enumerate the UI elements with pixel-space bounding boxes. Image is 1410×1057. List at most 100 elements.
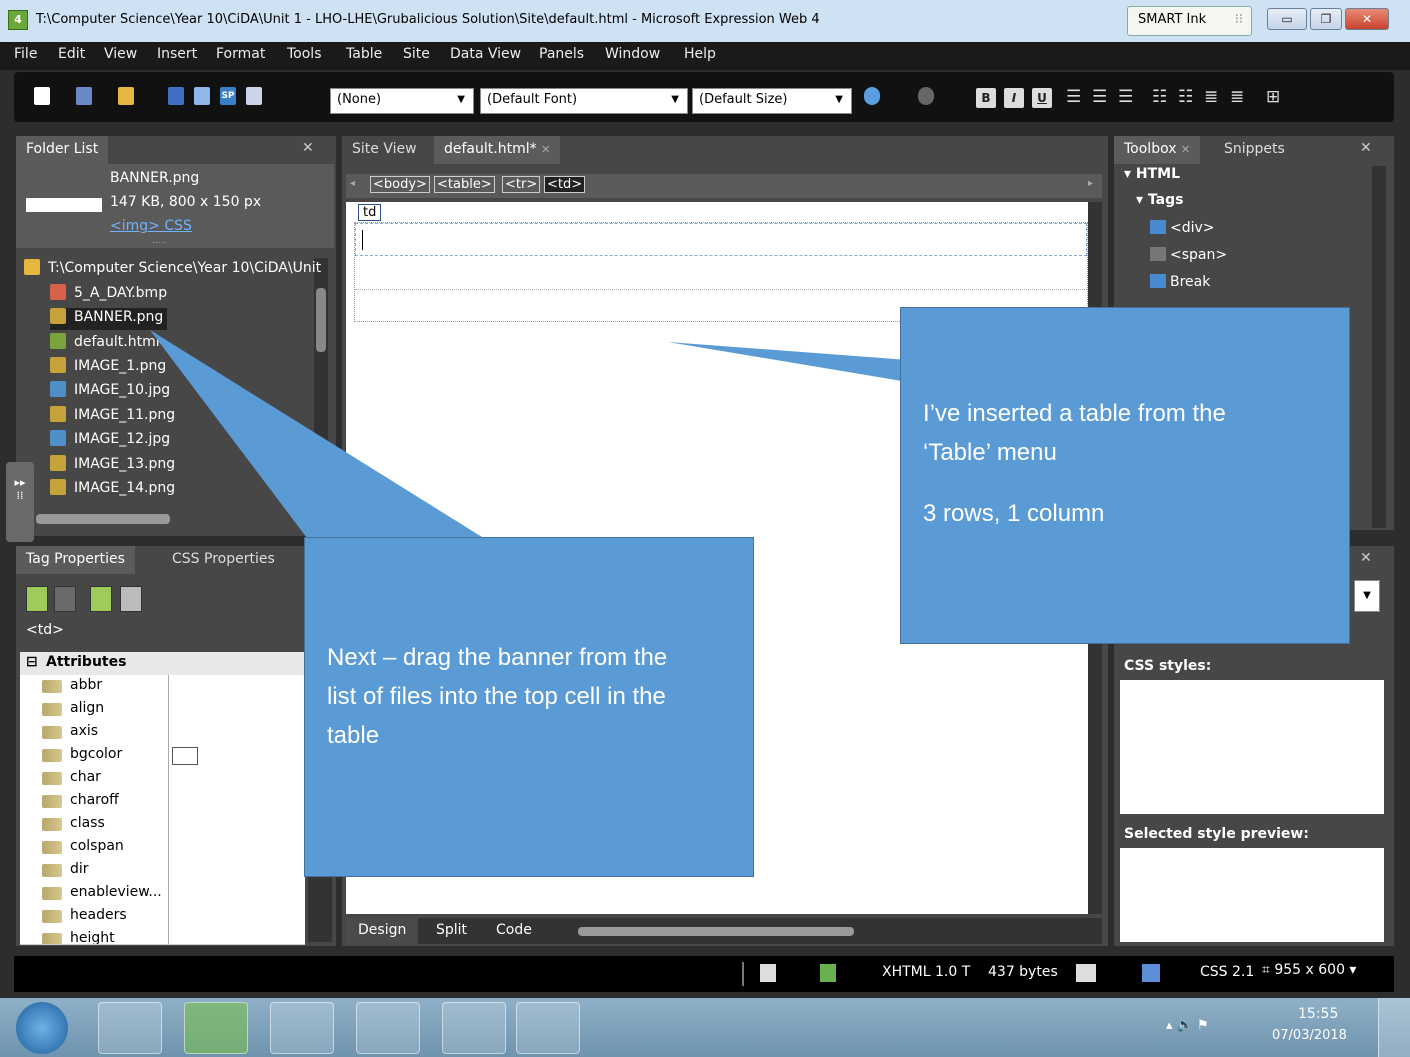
start-button[interactable]: [16, 1002, 68, 1054]
tab-toolbox[interactable]: Toolbox ✕: [1114, 136, 1201, 164]
view-design-tab[interactable]: Design: [346, 918, 419, 944]
chevron-left-icon[interactable]: ◂: [350, 178, 362, 194]
italic-button[interactable]: I: [1004, 88, 1024, 108]
restore-button[interactable]: ❐: [1310, 8, 1342, 30]
open-folder-icon[interactable]: [118, 87, 134, 105]
style-application-icon[interactable]: [1076, 964, 1096, 982]
clock-time[interactable]: 15:55: [1298, 1006, 1338, 1022]
collapse-panels-handle[interactable]: ▸▸ ⁞⁞: [6, 462, 34, 542]
attribute-row[interactable]: height: [20, 928, 305, 945]
size-dropdown[interactable]: (Default Size) ▼: [692, 88, 852, 114]
code-status-icon[interactable]: [820, 964, 836, 982]
menu-edit[interactable]: Edit: [58, 46, 85, 62]
save-all-icon[interactable]: [194, 87, 210, 105]
splitter-dots[interactable]: .....: [152, 236, 166, 246]
chrome-icon[interactable]: [516, 1002, 580, 1054]
attribute-row[interactable]: enableview...: [20, 882, 305, 906]
menu-window[interactable]: Window: [605, 46, 660, 62]
menu-tools[interactable]: Tools: [287, 46, 322, 62]
menu-help[interactable]: Help: [684, 46, 716, 62]
word-icon[interactable]: [270, 1002, 334, 1054]
folder-root[interactable]: T:\Computer Science\Year 10\CiDA\Unit: [24, 259, 321, 281]
file-item[interactable]: default.html: [50, 333, 160, 355]
menu-view[interactable]: View: [104, 46, 137, 62]
outdent-icon[interactable]: ≣: [1204, 87, 1220, 107]
undo-icon[interactable]: [864, 87, 880, 105]
internet-explorer-icon[interactable]: [98, 1002, 162, 1054]
new-page-icon[interactable]: [34, 87, 50, 105]
doctype-status[interactable]: XHTML 1.0 T: [882, 964, 970, 980]
section-html[interactable]: ▾ HTML: [1124, 166, 1180, 182]
expression-web-icon[interactable]: 4: [8, 10, 28, 30]
menu-insert[interactable]: Insert: [157, 46, 197, 62]
toolbox-item-break[interactable]: Break: [1150, 274, 1210, 290]
preview-icon[interactable]: [246, 87, 262, 105]
attribute-row[interactable]: axis: [20, 721, 305, 745]
tag-table[interactable]: <table>: [434, 176, 495, 193]
smart-ink-button[interactable]: SMART Ink ⁝⁝: [1127, 6, 1252, 36]
tag-td[interactable]: <td>: [544, 176, 586, 193]
show-set-properties-icon[interactable]: [90, 586, 112, 612]
toolbox-item-span[interactable]: <span>: [1150, 247, 1227, 263]
font-dropdown[interactable]: (Default Font) ▼: [480, 88, 688, 114]
attribute-row[interactable]: abbr: [20, 675, 305, 699]
attributes-section[interactable]: ⊟ Attributes: [20, 652, 305, 675]
tab-css-properties[interactable]: CSS Properties: [162, 546, 285, 574]
tray-icons[interactable]: ▴ 🔈 ⚑: [1166, 1018, 1209, 1033]
toolbox-item-div[interactable]: <div>: [1150, 220, 1215, 236]
smart-notebook-icon[interactable]: [356, 1002, 420, 1054]
menu-site[interactable]: Site: [403, 46, 430, 62]
chevron-right-icon[interactable]: ▸: [1088, 178, 1093, 189]
toolbox-scrollbar[interactable]: [1372, 166, 1386, 528]
section-tags[interactable]: ▾ Tags: [1136, 192, 1183, 208]
tag-body[interactable]: <body>: [370, 176, 430, 193]
open-site-icon[interactable]: [76, 87, 92, 105]
tab-site-view[interactable]: Site View: [342, 136, 427, 164]
file-item[interactable]: IMAGE_1.png: [50, 357, 166, 379]
borders-icon[interactable]: ⊞: [1266, 87, 1282, 107]
page-dimensions-status[interactable]: ⌗ 955 x 600 ▾: [1262, 962, 1356, 978]
css-dropdown[interactable]: ▼: [1354, 580, 1380, 612]
bullet-list-icon[interactable]: ☷: [1178, 87, 1194, 107]
attribute-row[interactable]: class: [20, 813, 305, 837]
folder-list-tab[interactable]: Folder List: [16, 136, 109, 164]
style-dropdown[interactable]: (None) ▼: [330, 88, 474, 114]
menu-panels[interactable]: Panels: [539, 46, 584, 62]
save-icon[interactable]: [168, 87, 184, 105]
attribute-row[interactable]: colspan: [20, 836, 305, 860]
expression-web-taskbar-icon[interactable]: [184, 1002, 248, 1054]
redo-icon[interactable]: [918, 87, 934, 105]
table-row-1[interactable]: [355, 223, 1087, 256]
pin-close-icon[interactable]: ✕: [1360, 140, 1372, 156]
show-desktop-button[interactable]: [1378, 998, 1410, 1057]
view-code-tab[interactable]: Code: [486, 918, 542, 944]
minimize-button[interactable]: ▭: [1267, 8, 1307, 30]
pin-close-icon[interactable]: ✕: [1360, 550, 1372, 566]
sharepoint-icon[interactable]: SP: [220, 87, 236, 105]
css-schema-icon[interactable]: [1142, 964, 1160, 982]
tab-tag-properties[interactable]: Tag Properties: [16, 546, 135, 574]
file-item[interactable]: 5_A_DAY.bmp: [50, 284, 167, 306]
attribute-row[interactable]: charoff: [20, 790, 305, 814]
attribute-row[interactable]: dir: [20, 859, 305, 883]
css-version-status[interactable]: CSS 2.1: [1200, 964, 1254, 980]
bold-button[interactable]: B: [976, 88, 996, 108]
attribute-row[interactable]: headers: [20, 905, 305, 929]
editor-hscrollbar[interactable]: [578, 927, 854, 936]
table-row-2[interactable]: [355, 256, 1087, 290]
indent-icon[interactable]: ≣: [1230, 87, 1246, 107]
align-right-icon[interactable]: ☰: [1118, 87, 1134, 107]
numbered-list-icon[interactable]: ☷: [1152, 87, 1168, 107]
menu-file[interactable]: File: [14, 46, 37, 62]
tag-properties-icon[interactable]: [120, 586, 142, 612]
close-window-button[interactable]: ✕: [1345, 8, 1389, 30]
underline-button[interactable]: U: [1032, 88, 1052, 108]
menu-table[interactable]: Table: [346, 46, 382, 62]
menu-format[interactable]: Format: [216, 46, 265, 62]
align-center-icon[interactable]: ☰: [1092, 87, 1108, 107]
tag-tr[interactable]: <tr>: [502, 176, 541, 193]
attribute-row[interactable]: align: [20, 698, 305, 722]
pin-close-icon[interactable]: ✕: [302, 140, 314, 156]
color-swatch[interactable]: [172, 747, 198, 765]
close-tab-icon[interactable]: ✕: [541, 143, 550, 156]
